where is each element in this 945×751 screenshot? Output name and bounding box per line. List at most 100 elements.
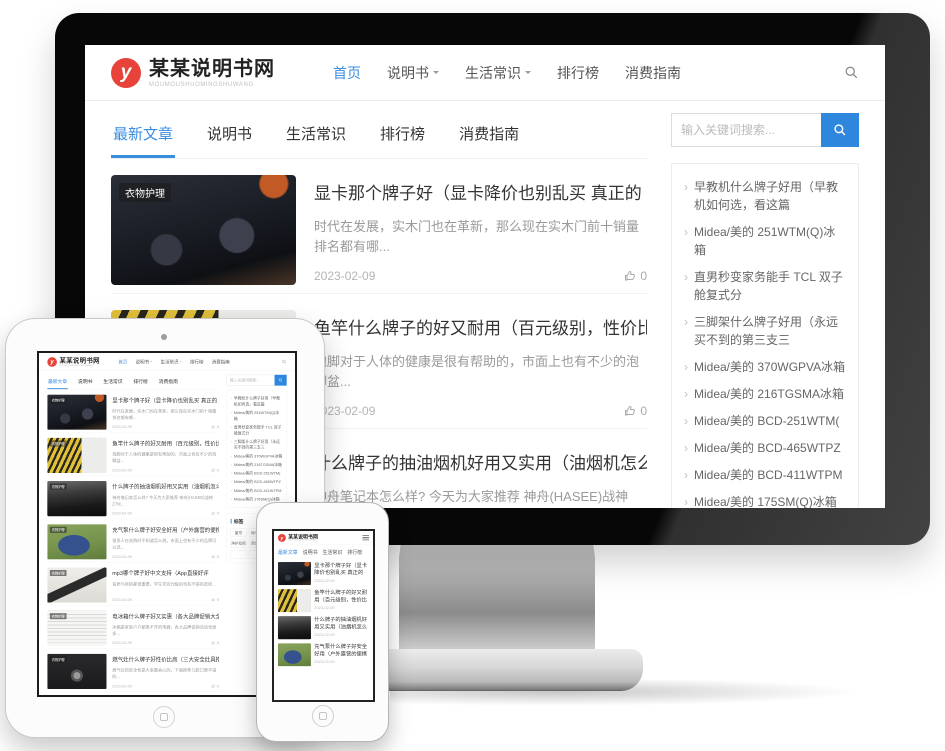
article-thumbnail[interactable]: 衣物护理: [47, 524, 106, 559]
like-button[interactable]: 0: [212, 554, 219, 558]
hot-link[interactable]: ›Midea/美的 251WTM(Q)冰箱: [231, 410, 283, 422]
nav-item-rank[interactable]: 排行榜: [190, 359, 203, 365]
phone-home-button[interactable]: [312, 705, 334, 727]
tag-item[interactable]: 净护双修: [231, 539, 247, 547]
article-item[interactable]: 什么牌子的抽油烟机好用又实用（油烟机怎么 2023-02-09: [274, 613, 373, 640]
nav-item-guide[interactable]: 消费指南: [625, 63, 681, 83]
like-button[interactable]: 0: [212, 684, 219, 688]
tab-manual[interactable]: 说明书: [303, 548, 318, 555]
article-title[interactable]: 电冰箱什么牌子好又实惠（各大品牌促销大全: [112, 612, 219, 620]
hot-link[interactable]: ›直男秒变家务能手 TCL 双子舱复式分: [684, 268, 846, 304]
article-item[interactable]: 衣物护理 mp3哪个牌子好中文支持（App直接好评 音质与续航都很重要，学生党百…: [47, 565, 219, 606]
article-item[interactable]: 衣物护理 燃气灶什么牌子好性价比高（三大安全灶具推荐 燃气灶的安全性是大家最关心…: [47, 651, 219, 692]
tab-latest[interactable]: 最新文章: [111, 113, 175, 158]
tab-manual[interactable]: 说明书: [77, 375, 93, 389]
site-logo[interactable]: y 某某说明书网 MOUMOUSHUOMINGSHUWANG: [47, 357, 99, 367]
article-thumbnail[interactable]: 衣物护理: [47, 481, 106, 516]
article-title[interactable]: 燃气灶什么牌子好性价比高（三大安全灶具推荐: [112, 655, 219, 663]
nav-item-life[interactable]: 生活常识: [161, 359, 182, 365]
like-button[interactable]: 0: [212, 597, 219, 601]
nav-item-life[interactable]: 生活常识: [465, 63, 531, 83]
hot-link[interactable]: ›早教机什么牌子好用（早教机如何选，看这篇: [231, 396, 283, 408]
article-title[interactable]: 鱼竿什么牌子的好又耐用（百元级别，性价比: [314, 314, 647, 339]
tab-latest[interactable]: 最新文章: [47, 375, 67, 389]
tab-rank[interactable]: 排行榜: [378, 113, 427, 158]
hot-link[interactable]: ›Midea/美的 BCD-465WTPZ: [684, 439, 846, 457]
article-item[interactable]: 衣物护理 电冰箱什么牌子好又实惠（各大品牌促销大全 冰箱是家家户户都离不开的电器…: [47, 608, 219, 649]
hamburger-menu-icon[interactable]: [362, 535, 369, 540]
article-title[interactable]: 鱼竿什么牌子的好又耐用（百元级别，性价比: [112, 439, 219, 447]
tab-life[interactable]: 生活常识: [323, 548, 343, 555]
article-title[interactable]: 显卡那个牌子好（显卡降价也别乱买 真正的: [314, 562, 369, 576]
article-title[interactable]: 什么牌子的抽油烟机好用又实用（油烟机怎么: [314, 616, 369, 630]
hot-link[interactable]: ›Midea/美的 BCD-411WTPM: [231, 488, 283, 494]
article-title[interactable]: mp3哪个牌子好中文支持（App直接好评: [112, 569, 219, 577]
like-button[interactable]: 0: [624, 404, 647, 418]
hot-link[interactable]: ›三脚架什么牌子好用（永远买不到的第三支三: [231, 439, 283, 451]
article-title[interactable]: 充气泵什么牌子好安全好用（户外露营的便携: [314, 643, 369, 657]
hot-link[interactable]: ›早教机什么牌子好用（早教机如何选，看这篇: [684, 178, 846, 214]
tag-item[interactable]: [231, 550, 247, 558]
article-item[interactable]: 鱼竿什么牌子的好又耐用（百元级别，性价比 2023-02-09: [274, 586, 373, 613]
article-title[interactable]: 充气泵什么牌子好安全好用（户外露营的便携: [112, 525, 219, 533]
nav-item-manual[interactable]: 说明书: [387, 63, 439, 83]
article-item[interactable]: 衣物护理 鱼竿什么牌子的好又耐用（百元级别，性价比 泡脚对于人体的健康是很有帮助…: [47, 435, 219, 476]
article-title[interactable]: 什么牌子的抽油烟机好用又实用（油烟机怎么: [314, 449, 647, 474]
nav-item-home[interactable]: 首页: [333, 63, 361, 83]
article-thumbnail[interactable]: 衣物护理: [47, 567, 106, 602]
hot-link[interactable]: ›Midea/美的 370WGPVA冰箱: [684, 358, 846, 376]
article-title[interactable]: 显卡那个牌子好（显卡降价也别乱买 真正的: [112, 396, 219, 404]
tab-life[interactable]: 生活常识: [103, 375, 123, 389]
search-icon[interactable]: [844, 65, 859, 80]
article-thumbnail[interactable]: 衣物护理: [47, 611, 106, 646]
tab-rank[interactable]: 排行榜: [133, 375, 149, 389]
nav-item-manual[interactable]: 说明书: [136, 359, 153, 365]
article-item[interactable]: 衣物护理 显卡那个牌子好（显卡降价也别乱买 真正的 时代在发展，实木门也在革新，…: [47, 392, 219, 433]
search-input[interactable]: [671, 113, 821, 147]
article-thumbnail[interactable]: 衣物护理: [111, 175, 296, 285]
search-input[interactable]: [227, 375, 275, 386]
hot-link[interactable]: ›Midea/美的 251WTM(Q)冰箱: [684, 223, 846, 259]
hot-link[interactable]: ›Midea/美的 BCD-465WTPZ: [231, 479, 283, 485]
search-button[interactable]: [821, 113, 859, 147]
site-logo[interactable]: y 某某说明书网 MOUMOUSHUOMINGSHUWANG: [111, 58, 275, 88]
tab-latest[interactable]: 最新文章: [278, 548, 298, 555]
hot-link[interactable]: ›Midea/美的 370WGPVA冰箱: [231, 453, 283, 459]
article-title[interactable]: 鱼竿什么牌子的好又耐用（百元级别，性价比: [314, 589, 369, 603]
tab-manual[interactable]: 说明书: [205, 113, 254, 158]
hot-link[interactable]: ›Midea/美的 175SM(Q)冰箱: [684, 493, 846, 508]
like-button[interactable]: 0: [212, 468, 219, 472]
nav-item-home[interactable]: 首页: [118, 359, 127, 365]
article-thumbnail[interactable]: 衣物护理: [47, 438, 106, 473]
hot-link[interactable]: ›三脚架什么牌子好用（永远买不到的第三支三: [684, 313, 846, 349]
hot-link[interactable]: ›Midea/美的 216TGSMA冰箱: [231, 462, 283, 468]
like-button[interactable]: 0: [212, 641, 219, 645]
hot-link[interactable]: ›直男秒变家务能手 TCL 双子舱复式分: [231, 424, 283, 436]
tab-life[interactable]: 生活常识: [284, 113, 348, 158]
article-item[interactable]: 衣物护理 什么牌子的抽油烟机好用又实用（油烟机怎么 神舟笔记本怎么样? 今天为大…: [47, 478, 219, 519]
search-icon[interactable]: [282, 359, 287, 364]
like-button[interactable]: 0: [212, 511, 219, 515]
article-thumbnail[interactable]: 衣物护理: [47, 395, 106, 430]
article-title[interactable]: 什么牌子的抽油烟机好用又实用（油烟机怎么: [112, 482, 219, 490]
tab-guide[interactable]: 消费指南: [158, 375, 178, 389]
tablet-home-button[interactable]: [153, 706, 175, 728]
hot-link[interactable]: ›Midea/美的 216TGSMA冰箱: [684, 385, 846, 403]
tab-guide[interactable]: 消费指南: [457, 113, 521, 158]
tab-rank[interactable]: 排行榜: [347, 548, 362, 555]
hot-link[interactable]: ›Midea/美的 BCD-411WTPM: [684, 466, 846, 484]
search-button[interactable]: [275, 375, 287, 386]
article-item[interactable]: 充气泵什么牌子好安全好用（户外露营的便携 2023-02-09: [274, 640, 373, 667]
article-item[interactable]: 衣物护理 显卡那个牌子好（显卡降价也别乱买 真正的 时代在发展，实木门也在革新，…: [111, 167, 647, 294]
like-button[interactable]: 0: [212, 425, 219, 429]
like-button[interactable]: 0: [624, 269, 647, 283]
nav-item-guide[interactable]: 消费指南: [212, 359, 230, 365]
tag-item[interactable]: 窗帘: [231, 528, 247, 536]
article-item[interactable]: 衣物护理 吸 吸尘器什么牌子好用（大吸力不伤地板三款 吸尘器可以大大提升打扫效率…: [47, 694, 219, 697]
nav-item-rank[interactable]: 排行榜: [557, 63, 599, 83]
article-thumbnail[interactable]: 衣物护理: [47, 654, 106, 689]
article-item[interactable]: 显卡那个牌子好（显卡降价也别乱买 真正的 2023-02-09: [274, 559, 373, 586]
hot-link[interactable]: ›Midea/美的 BCD-251WTM(: [231, 470, 283, 476]
article-item[interactable]: 衣物护理 充气泵什么牌子好安全好用（户外露营的便携 很多人在选购时不知道怎么挑，…: [47, 522, 219, 563]
article-title[interactable]: 显卡那个牌子好（显卡降价也别乱买 真正的: [314, 179, 647, 204]
